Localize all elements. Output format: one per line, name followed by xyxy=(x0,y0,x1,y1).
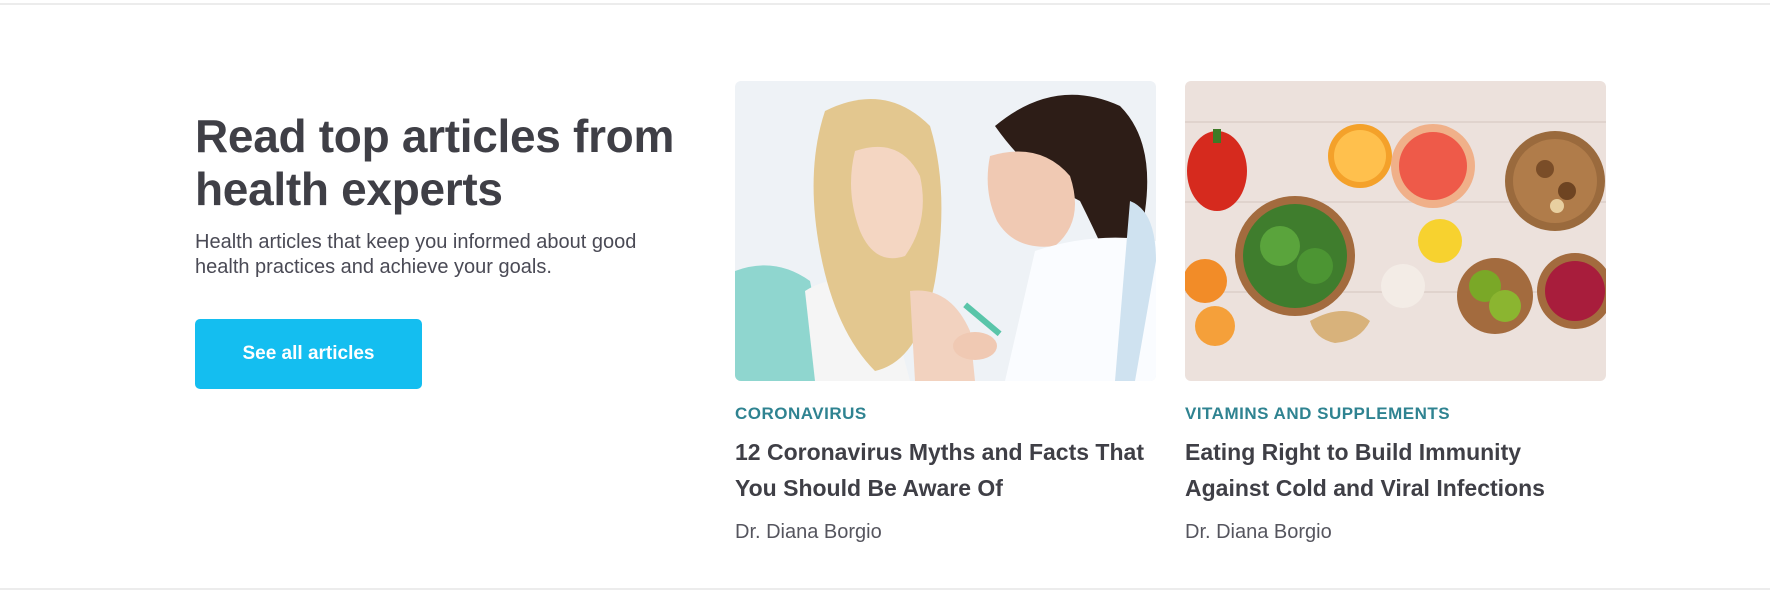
article-card[interactable]: VITAMINS AND SUPPLEMENTS Eating Right to… xyxy=(1185,81,1606,544)
article-image-healthy-food[interactable] xyxy=(1185,81,1606,381)
article-title[interactable]: 12 Coronavirus Myths and Facts That You … xyxy=(735,434,1156,506)
bottom-divider xyxy=(0,588,1770,590)
top-divider xyxy=(0,3,1770,5)
healthy-food-photo xyxy=(1185,81,1606,381)
intro-block: Read top articles from health experts He… xyxy=(195,110,695,280)
vaccination-photo xyxy=(735,81,1156,381)
article-category[interactable]: VITAMINS AND SUPPLEMENTS xyxy=(1185,404,1606,424)
section-subtext: Health articles that keep you informed a… xyxy=(195,231,637,278)
article-card[interactable]: CORONAVIRUS 12 Coronavirus Myths and Fac… xyxy=(735,81,1156,544)
section-headline: Read top articles from health experts xyxy=(195,110,675,215)
article-author: Dr. Diana Borgio xyxy=(1185,521,1332,543)
article-category[interactable]: CORONAVIRUS xyxy=(735,404,1156,424)
article-author: Dr. Diana Borgio xyxy=(735,521,882,543)
see-all-articles-button[interactable]: See all articles xyxy=(195,319,422,389)
article-title[interactable]: Eating Right to Build Immunity Against C… xyxy=(1185,434,1606,506)
article-image-vaccination[interactable] xyxy=(735,81,1156,381)
